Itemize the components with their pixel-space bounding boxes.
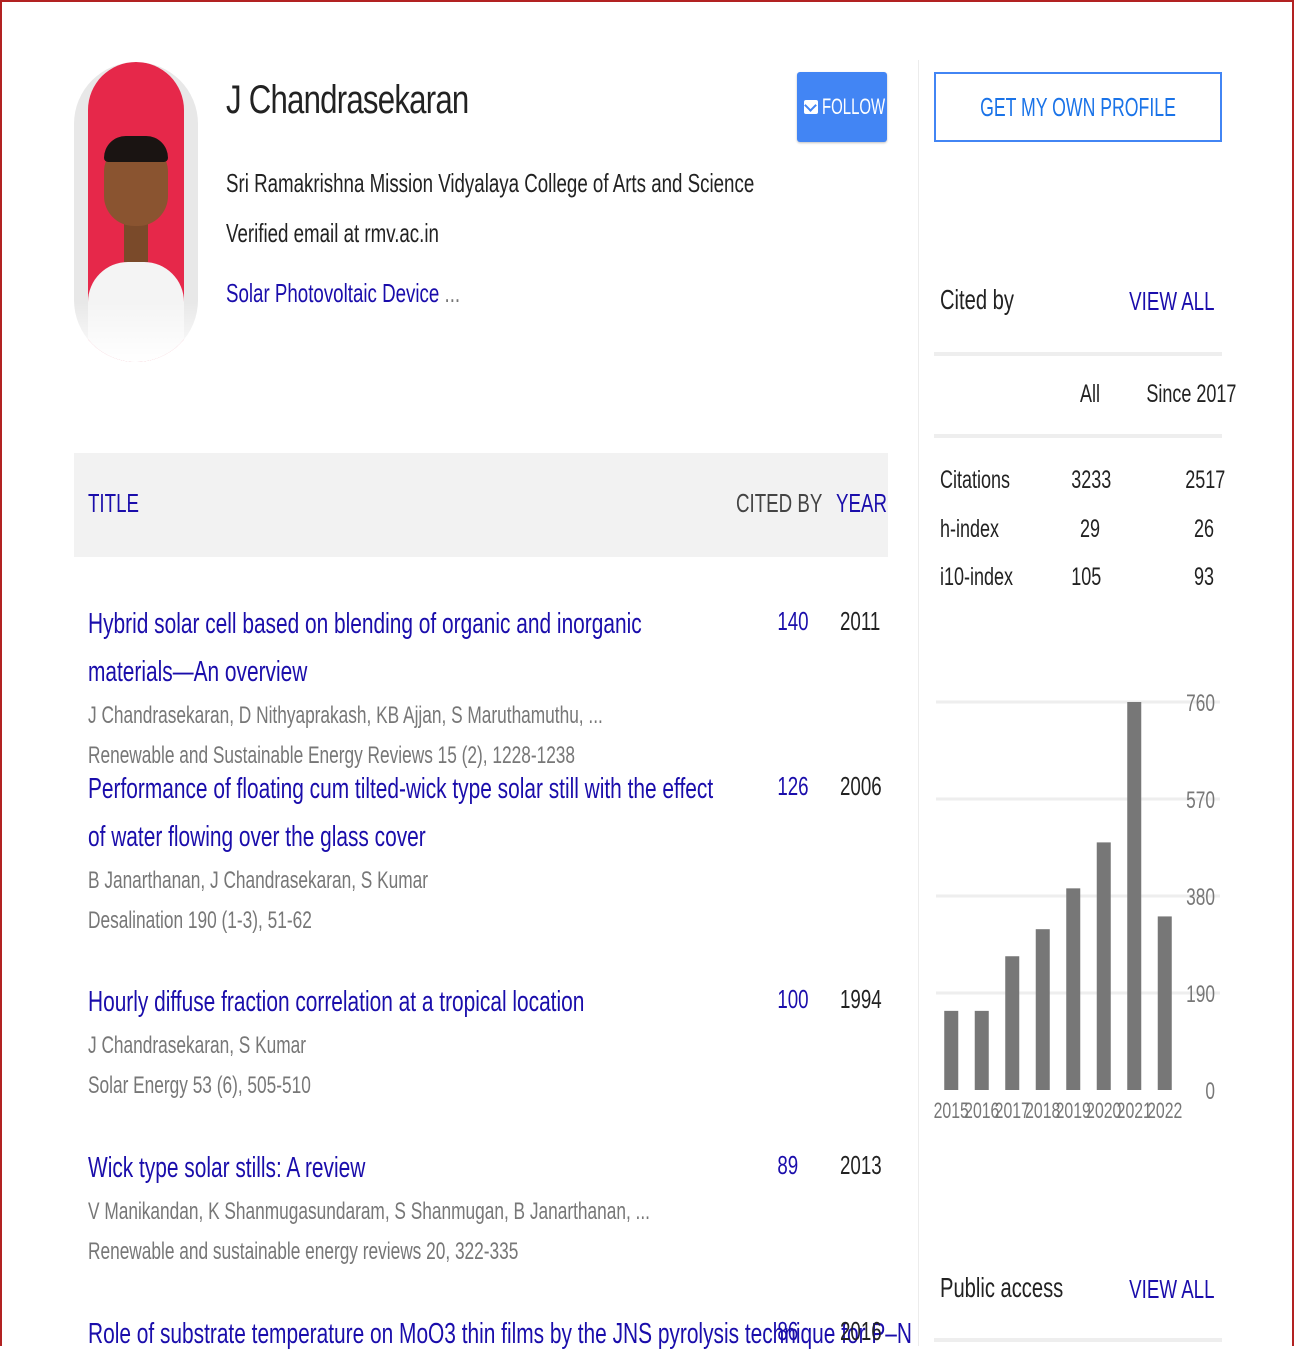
article-authors: J Chandrasekaran, S Kumar: [88, 1032, 307, 1059]
stat-i10-index-since: 93: [1193, 563, 1214, 591]
y-tick-label: 0: [1205, 1078, 1215, 1104]
table-row: Hourly diffuse fraction correlation at a…: [88, 978, 882, 1106]
table-row: Hybrid solar cell based on blending of o…: [88, 600, 881, 776]
get-my-own-profile-button[interactable]: GET MY OWN PROFILE: [934, 72, 1222, 142]
y-tick-label: 760: [1186, 690, 1215, 716]
article-year: 1994: [840, 984, 882, 1014]
cited-count-link[interactable]: 126: [777, 771, 808, 802]
column-divider: [918, 60, 919, 1346]
citation-bar-2022[interactable]: [1157, 916, 1172, 1090]
interest-label[interactable]: Solar Photovoltaic Device: [226, 278, 439, 308]
column-year-sort[interactable]: YEAR: [836, 488, 887, 519]
public-access-view-all-link[interactable]: VIEW ALL: [1129, 1274, 1214, 1305]
public-access-heading: Public access: [940, 1272, 1064, 1303]
citation-bar-2015[interactable]: [944, 1010, 959, 1090]
profile-photo: [74, 62, 198, 362]
x-tick-label-2022: 2022: [1147, 1100, 1182, 1124]
divider: [934, 1338, 1222, 1342]
article-authors: V Manikandan, K Shanmugasundaram, S Shan…: [88, 1198, 650, 1225]
profile-name: J Chandrasekaran: [226, 78, 469, 122]
article-venue: Desalination 190 (1-3), 51-62: [88, 907, 312, 934]
article-year: 2006: [840, 771, 882, 801]
profile-affiliation: Sri Ramakrishna Mission Vidyalaya Colleg…: [226, 168, 755, 198]
article-title-link[interactable]: Wick type solar stills: A review: [88, 1144, 722, 1192]
y-tick-label: 190: [1186, 981, 1215, 1007]
divider: [934, 352, 1222, 356]
cited-count-link[interactable]: 140: [777, 606, 808, 637]
article-authors: J Chandrasekaran, D Nithyaprakash, KB Aj…: [88, 702, 603, 729]
cited-count-link[interactable]: 86: [777, 1316, 798, 1347]
table-row: Role of substrate temperature on MoO3 th…: [88, 1310, 912, 1358]
follow-label: FOLLOW: [822, 94, 886, 119]
table-row: Performance of floating cum tilted-wick …: [88, 765, 882, 941]
interest-ellipsis: ...: [439, 278, 461, 308]
divider: [934, 434, 1222, 438]
profile-email: Verified email at rmv.ac.in: [226, 218, 439, 248]
stats-col-all: All: [1079, 380, 1100, 408]
cited-by-heading: Cited by: [940, 284, 1014, 315]
stat-i10-index-all: 105: [1071, 563, 1102, 591]
article-venue: Renewable and sustainable energy reviews…: [88, 1238, 519, 1265]
stat-h-index-since: 26: [1193, 515, 1214, 543]
citation-bar-2018[interactable]: [1035, 929, 1050, 1090]
follow-button[interactable]: FOLLOW: [797, 72, 887, 142]
article-title-link[interactable]: Performance of floating cum tilted-wick …: [88, 765, 722, 861]
stat-label-citations: Citations: [940, 466, 1011, 494]
stat-label-h-index: h-index: [940, 515, 1000, 543]
follow-mail-icon: [804, 100, 818, 114]
get-profile-label: GET MY OWN PROFILE: [980, 91, 1176, 122]
y-tick-label: 380: [1186, 884, 1215, 910]
article-title-link[interactable]: Hybrid solar cell based on blending of o…: [88, 600, 722, 696]
stat-label-i10-index: i10-index: [940, 563, 1014, 591]
column-title-sort[interactable]: TITLE: [88, 488, 139, 519]
stat-citations-since: 2517: [1185, 466, 1226, 494]
article-authors: B Janarthanan, J Chandrasekaran, S Kumar: [88, 867, 429, 894]
stats-col-since: Since 2017: [1146, 380, 1237, 408]
y-tick-label: 570: [1186, 787, 1215, 813]
article-year: 2013: [840, 1150, 882, 1180]
profile-interest-link[interactable]: Solar Photovoltaic Device ...: [226, 278, 460, 309]
stat-h-index-all: 29: [1079, 515, 1100, 543]
article-year: 2011: [840, 606, 881, 636]
article-title-link[interactable]: Hourly diffuse fraction correlation at a…: [88, 978, 722, 1026]
citation-bar-2020[interactable]: [1096, 842, 1111, 1090]
table-row: Wick type solar stills: A review V Manik…: [88, 1144, 882, 1272]
citation-bar-2021[interactable]: [1127, 702, 1142, 1090]
article-title-link[interactable]: Role of substrate temperature on MoO3 th…: [88, 1310, 912, 1358]
column-cited-by: CITED BY: [736, 488, 823, 518]
article-year: 2016: [840, 1316, 882, 1346]
cited-count-link[interactable]: 89: [777, 1150, 798, 1181]
article-venue: Solar Energy 53 (6), 505-510: [88, 1072, 311, 1099]
citation-bar-2019[interactable]: [1066, 888, 1081, 1090]
citation-bar-2016[interactable]: [974, 1010, 989, 1090]
cited-by-view-all-link[interactable]: VIEW ALL: [1129, 286, 1214, 317]
citation-bar-2017[interactable]: [1005, 956, 1020, 1090]
citations-per-year-chart: 0190380570760201520162017201820192020202…: [934, 690, 1220, 1124]
stat-citations-all: 3233: [1071, 466, 1112, 494]
cited-count-link[interactable]: 100: [777, 984, 808, 1015]
